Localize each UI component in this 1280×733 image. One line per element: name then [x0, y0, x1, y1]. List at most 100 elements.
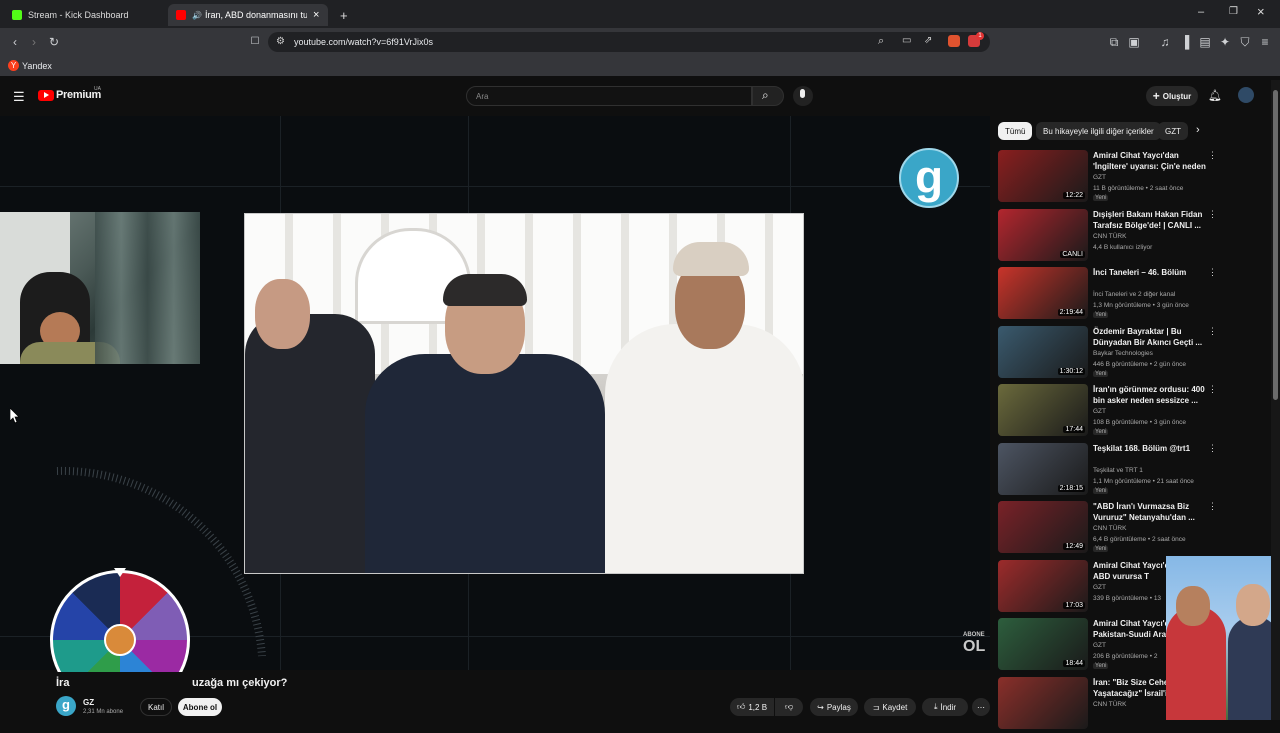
video-thumbnail[interactable]: 18:44	[998, 618, 1088, 670]
channel-name[interactable]: GZ	[83, 698, 94, 707]
video-options-icon[interactable]: ⋮	[1208, 501, 1217, 512]
search-input[interactable]: Ara	[466, 86, 752, 106]
related-video-item[interactable]: CANLI Dışişleri Bakanı Hakan Fidan Tarafs…	[998, 208, 1218, 265]
share-label: Paylaş	[826, 702, 851, 712]
video-duration: 2:19:44	[1057, 309, 1085, 316]
related-video-item[interactable]: 2:18:15 Teşkilat 168. Bölüm @trt1 Teşkilat…	[998, 442, 1218, 499]
new-badge: Yeni	[1093, 370, 1109, 377]
abone-watermark-bottom: OL	[963, 638, 986, 655]
close-tab-icon[interactable]: ×	[313, 9, 319, 21]
hamburger-menu-icon[interactable]: ☰	[13, 89, 25, 105]
video-thumbnail[interactable]	[998, 676, 1088, 729]
chip-all[interactable]: Tümü	[998, 122, 1033, 140]
voice-search-button[interactable]	[793, 86, 813, 106]
video-channel: Teşkilat ve TRT 1	[1093, 466, 1143, 474]
microphone-icon	[800, 89, 805, 98]
video-thumbnail[interactable]: 12:49	[998, 501, 1088, 553]
minimize-window-icon[interactable]: –	[1198, 6, 1204, 18]
share-icon[interactable]: ⇗	[924, 35, 932, 46]
save-button[interactable]: ⊐ Kaydet	[864, 698, 916, 716]
tab-youtube-video[interactable]: 🔊 İran, ABD donanmasını tuzağ ×	[168, 4, 328, 26]
search-button[interactable]: ⌕	[752, 86, 784, 106]
plus-icon: +	[1152, 89, 1160, 103]
shield-extension-icon[interactable]	[948, 35, 960, 47]
more-actions-button[interactable]: ⋯	[972, 698, 990, 716]
video-channel: CNN TÜRK	[1093, 232, 1127, 240]
video-meta: 11 B görüntüleme • 2 saat önce	[1093, 185, 1184, 192]
related-video-item[interactable]: 12:22 Amiral Cihat Yaycı'dan 'İngiltere' …	[998, 150, 1218, 206]
video-title[interactable]: İran'ın görünmez ordusu: 400 bin asker n…	[1093, 384, 1211, 406]
channel-avatar[interactable]: g	[56, 696, 76, 716]
download-label: İndir	[940, 702, 957, 712]
video-title-start: İra	[56, 677, 70, 689]
back-icon[interactable]: ‹	[8, 35, 22, 49]
video-title[interactable]: Amiral Cihat Yaycı'dan 'İngiltere' uyarı…	[1093, 150, 1211, 172]
person-face-left	[1176, 586, 1210, 626]
video-thumbnail[interactable]: 1:30:12	[998, 325, 1088, 378]
chips-next-chevron-icon[interactable]: ›	[1196, 124, 1200, 136]
bookmark-icon[interactable]: ☐	[248, 35, 262, 49]
video-meta: 6,4 B görüntüleme • 2 saat önce	[1093, 536, 1186, 543]
news-clip-frame	[244, 213, 804, 574]
menu-icon[interactable]: ≡	[1258, 35, 1272, 49]
video-thumbnail[interactable]: 12:22	[998, 150, 1088, 202]
wallet-icon[interactable]: ▤	[1198, 35, 1212, 49]
chip-related-story[interactable]: Bu hikayeyle ilgili diğer içerikler	[1036, 122, 1161, 140]
video-channel: GZT	[1093, 583, 1106, 591]
share-button[interactable]: ↪ Paylaş	[810, 698, 858, 716]
vpn-shield-icon[interactable]: ⛉	[1238, 35, 1252, 49]
site-info-icon[interactable]: ⚙	[276, 36, 285, 47]
streamer-webcam-overlay	[0, 212, 200, 364]
video-options-icon[interactable]: ⋮	[1208, 384, 1217, 395]
forward-icon[interactable]: ›	[27, 35, 41, 49]
video-options-icon[interactable]: ⋮	[1208, 267, 1217, 278]
create-button[interactable]: + Oluştur	[1146, 86, 1198, 106]
youtube-logo-icon[interactable]	[38, 90, 54, 101]
video-options-icon[interactable]: ⋮	[1208, 443, 1217, 454]
video-options-icon[interactable]: ⋮	[1208, 150, 1217, 161]
bookmark-yandex[interactable]: Yandex	[22, 61, 52, 71]
video-thumbnail[interactable]: 2:19:44	[998, 267, 1088, 319]
video-thumbnail[interactable]: 17:03	[998, 559, 1088, 612]
search-page-icon[interactable]: ⌕	[878, 35, 884, 48]
video-options-icon[interactable]: ⋮	[1208, 209, 1217, 220]
video-channel: GZT	[1093, 642, 1106, 649]
reload-icon[interactable]: ↻	[47, 35, 61, 49]
cast-icon[interactable]: ▭	[902, 35, 911, 46]
new-tab-button[interactable]: +	[332, 4, 352, 26]
thumbs-up-icon: 👍︎	[736, 702, 746, 711]
video-title[interactable]: "ABD İran'ı Vurmazsa Biz Vururuz" Netany…	[1093, 501, 1211, 523]
turban	[673, 242, 749, 276]
video-title[interactable]: Dışişleri Bakanı Hakan Fidan Tarafsız Bö…	[1093, 209, 1211, 231]
music-icon[interactable]: ♫	[1158, 35, 1172, 49]
video-title[interactable]: Özdemir Bayraktar | Bu Dünyadan Bir Akın…	[1093, 326, 1211, 348]
account-avatar[interactable]	[1238, 87, 1254, 103]
scrollbar-thumb[interactable]	[1273, 90, 1278, 400]
video-title[interactable]: Teşkilat 168. Bölüm @trt1	[1093, 443, 1211, 454]
maximize-window-icon[interactable]: ❐	[1229, 6, 1238, 17]
download-button[interactable]: ⤓ İndir	[922, 698, 968, 716]
related-video-item[interactable]: 17:44 İran'ın görünmez ordusu: 400 bin as…	[998, 384, 1218, 440]
video-title[interactable]: İnci Taneleri – 46. Bölüm	[1093, 267, 1211, 278]
related-video-item[interactable]: 2:19:44 İnci Taneleri – 46. Bölüm İnci Tan…	[998, 267, 1218, 323]
notifications-bell-icon[interactable]: 🔔︎	[1208, 89, 1222, 102]
subscribe-button[interactable]: Abone ol	[178, 698, 222, 716]
video-thumbnail[interactable]: CANLI	[998, 208, 1088, 261]
dislike-button[interactable]: 👎︎	[775, 698, 803, 716]
video-thumbnail[interactable]: 17:44	[998, 384, 1088, 436]
sidebar-toggle-icon[interactable]: ▐	[1178, 35, 1192, 49]
join-button[interactable]: Katıl	[140, 698, 172, 716]
video-options-icon[interactable]: ⋮	[1208, 326, 1217, 337]
video-thumbnail[interactable]: 2:18:15	[998, 442, 1088, 495]
close-window-icon[interactable]: ×	[1257, 4, 1265, 19]
new-badge: Yeni	[1093, 195, 1109, 201]
like-button[interactable]: 👍︎ 1,2 B	[730, 698, 774, 716]
chip-gzt[interactable]: GZT	[1158, 122, 1188, 140]
tab-search-icon[interactable]: ▣	[1127, 35, 1141, 49]
related-video-item[interactable]: 12:49 "ABD İran'ı Vurmazsa Biz Vururuz" N…	[998, 501, 1218, 557]
related-video-item[interactable]: 1:30:12 Özdemir Bayraktar | Bu Dünyadan B…	[998, 325, 1218, 382]
puzzle-extensions-icon[interactable]: ⧉	[1107, 35, 1121, 49]
tab-kick-dashboard[interactable]: Stream - Kick Dashboard	[4, 4, 164, 26]
ai-icon[interactable]: ✦	[1218, 35, 1232, 49]
address-bar[interactable]: ⚙ youtube.com/watch?v=6f91VrJix0s ⌕ ▭ ⇗ …	[268, 32, 990, 52]
